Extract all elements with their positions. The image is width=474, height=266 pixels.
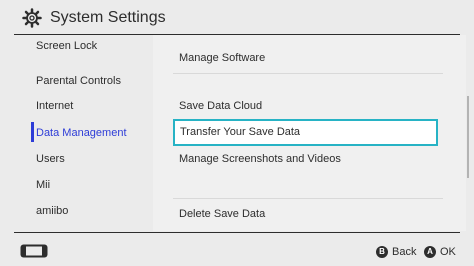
menu-item-manage-screenshots[interactable]: Manage Screenshots and Videos [179, 146, 449, 173]
footer-bar: B Back A OK [0, 233, 474, 266]
gear-icon [22, 8, 42, 28]
header-bar: System Settings [0, 0, 474, 34]
a-button-icon: A [424, 246, 436, 258]
b-button-icon: B [376, 246, 388, 258]
menu-item-label: Manage Software [179, 52, 266, 64]
sidebar-item-users[interactable]: Users [36, 153, 65, 165]
sidebar-selection-indicator [31, 122, 34, 142]
sidebar-item-amiibo[interactable]: amiibo [36, 205, 68, 217]
menu-item-label: Delete Save Data [179, 208, 266, 220]
sidebar-item-data-management[interactable]: Data Management [36, 127, 127, 139]
sidebar-item-internet[interactable]: Internet [36, 100, 73, 112]
content-panel: Manage Software Save Data Cloud Transfer… [153, 35, 466, 231]
divider [173, 198, 443, 199]
sidebar-item-screen-lock[interactable]: Screen Lock [36, 40, 97, 52]
switch-console-icon [20, 244, 48, 258]
sidebar-item-mii[interactable]: Mii [36, 179, 50, 191]
back-label: Back [392, 246, 417, 258]
sidebar-item-parental-controls[interactable]: Parental Controls [36, 75, 121, 87]
back-button[interactable]: B Back [376, 246, 416, 258]
ok-button[interactable]: A OK [424, 246, 456, 258]
divider [173, 73, 443, 74]
ok-label: OK [440, 246, 456, 258]
menu-item-label: Save Data Cloud [179, 100, 263, 112]
menu-item-save-data-cloud[interactable]: Save Data Cloud [179, 93, 449, 120]
menu-item-transfer-save-data[interactable]: Transfer Your Save Data [173, 119, 438, 146]
menu-item-delete-save-data[interactable]: Delete Save Data [179, 201, 449, 228]
page-title: System Settings [50, 9, 166, 26]
menu-item-label: Transfer Your Save Data [180, 126, 301, 138]
scrollbar[interactable] [467, 96, 469, 178]
menu-item-label: Manage Screenshots and Videos [179, 153, 341, 165]
sidebar: Screen Lock Parental Controls Internet D… [0, 35, 153, 231]
menu-item-manage-software[interactable]: Manage Software [179, 45, 449, 72]
